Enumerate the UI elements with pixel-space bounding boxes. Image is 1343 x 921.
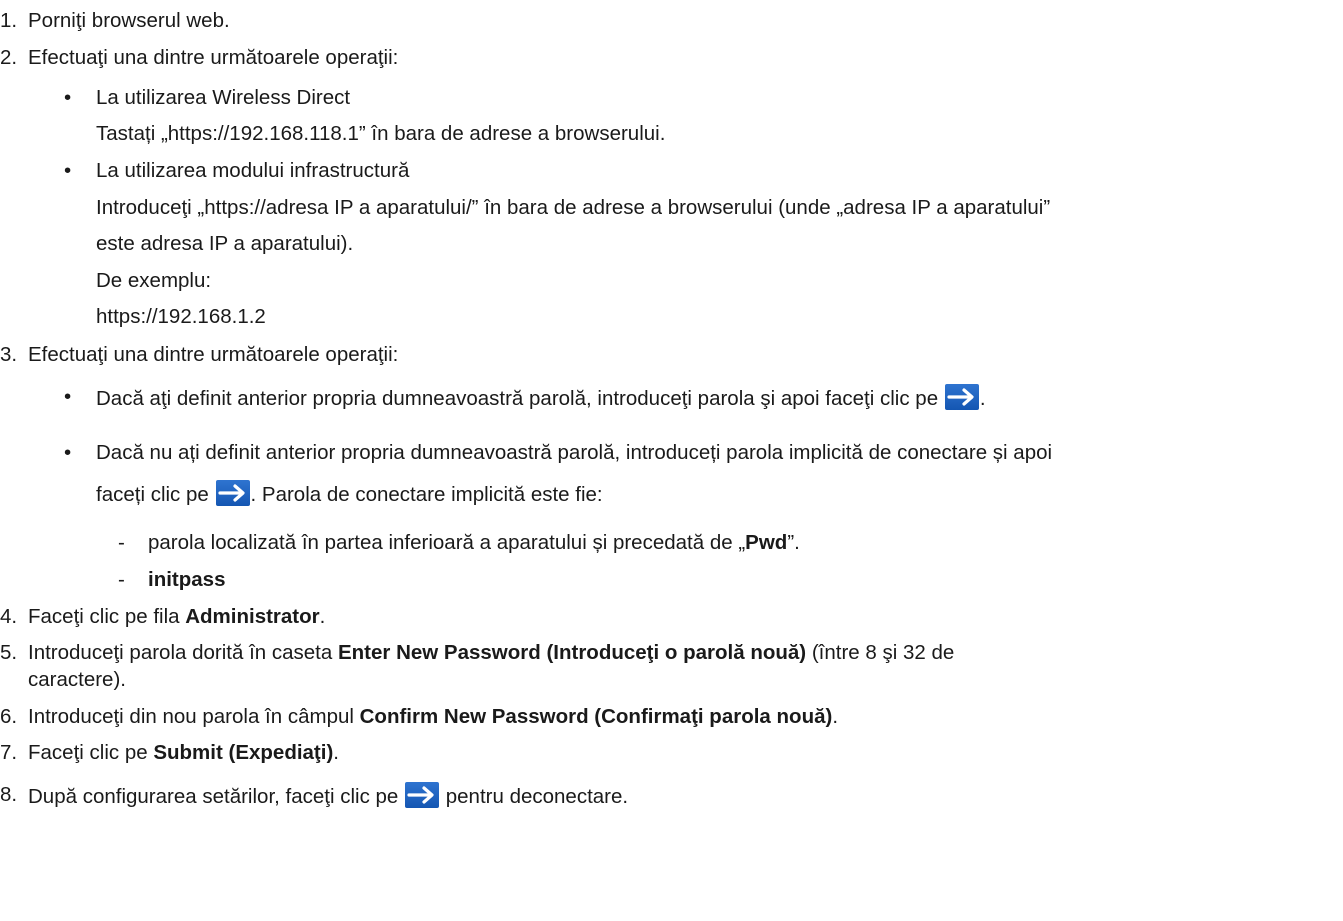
step-5-line-2: caractere). xyxy=(28,668,126,691)
dash-icon: - xyxy=(118,531,125,554)
bullet-text: La utilizarea modului infrastructură xyxy=(96,159,410,182)
default-password-line-2: faceți clic pe . Parola de conectare imp… xyxy=(96,480,603,508)
step-5: 5. Introduceţi parola dorită în caseta E… xyxy=(0,641,955,664)
step-number: 2. xyxy=(0,46,18,69)
step-number: 3. xyxy=(0,343,18,366)
bullet-text: Dacă aţi definit anterior propria dumnea… xyxy=(96,387,939,410)
step-text: Efectuaţi una dintre următoarele operaţi… xyxy=(28,46,399,69)
step-text: Porniţi browserul web. xyxy=(28,9,230,32)
step-1: 1. Porniţi browserul web. xyxy=(0,8,230,34)
detail-wireless-direct: Tastați „https://192.168.118.1” în bara … xyxy=(96,122,666,145)
bullet-text: Dacă nu ați definit anterior propria dum… xyxy=(96,441,1053,464)
default-password-value: initpass xyxy=(148,568,226,591)
step-6: 6. Introduceţi din nou parola în câmpul … xyxy=(0,705,839,728)
step-number: 1. xyxy=(0,9,18,32)
step-2: 2. Efectuaţi una dintre următoarele oper… xyxy=(0,45,398,71)
arrow-right-icon xyxy=(215,480,250,506)
step-number: 7. xyxy=(0,741,18,764)
bullet-text: La utilizarea Wireless Direct xyxy=(96,86,351,109)
detail-infrastructure-line-1: Introduceţi „https://adresa IP a aparatu… xyxy=(96,196,1051,219)
bullet-icon: • xyxy=(64,86,72,109)
step-number: 8. xyxy=(0,783,18,806)
detail-infrastructure-line-2: este adresa IP a aparatului). xyxy=(96,232,354,255)
arrow-right-icon xyxy=(944,384,979,410)
bullet-icon: • xyxy=(64,441,72,464)
bullet-icon: • xyxy=(64,159,72,182)
step-3: 3. Efectuaţi una dintre următoarele oper… xyxy=(0,342,398,368)
step-7: 7. Faceţi clic pe Submit (Expediaţi). xyxy=(0,741,339,764)
step-number: 6. xyxy=(0,705,18,728)
bullet-icon: • xyxy=(64,385,72,408)
step-8: 8. După configurarea setărilor, faceţi c… xyxy=(0,782,629,808)
step-text: Efectuaţi una dintre următoarele operaţi… xyxy=(28,343,399,366)
example-url: https://192.168.1.2 xyxy=(96,305,266,328)
step-number: 5. xyxy=(0,641,18,664)
example-label: De exemplu: xyxy=(96,269,212,292)
arrow-right-icon xyxy=(405,782,440,808)
step-4: 4. Faceţi clic pe fila Administrator. xyxy=(0,605,326,628)
dash-icon: - xyxy=(118,568,125,591)
step-number: 4. xyxy=(0,605,18,628)
